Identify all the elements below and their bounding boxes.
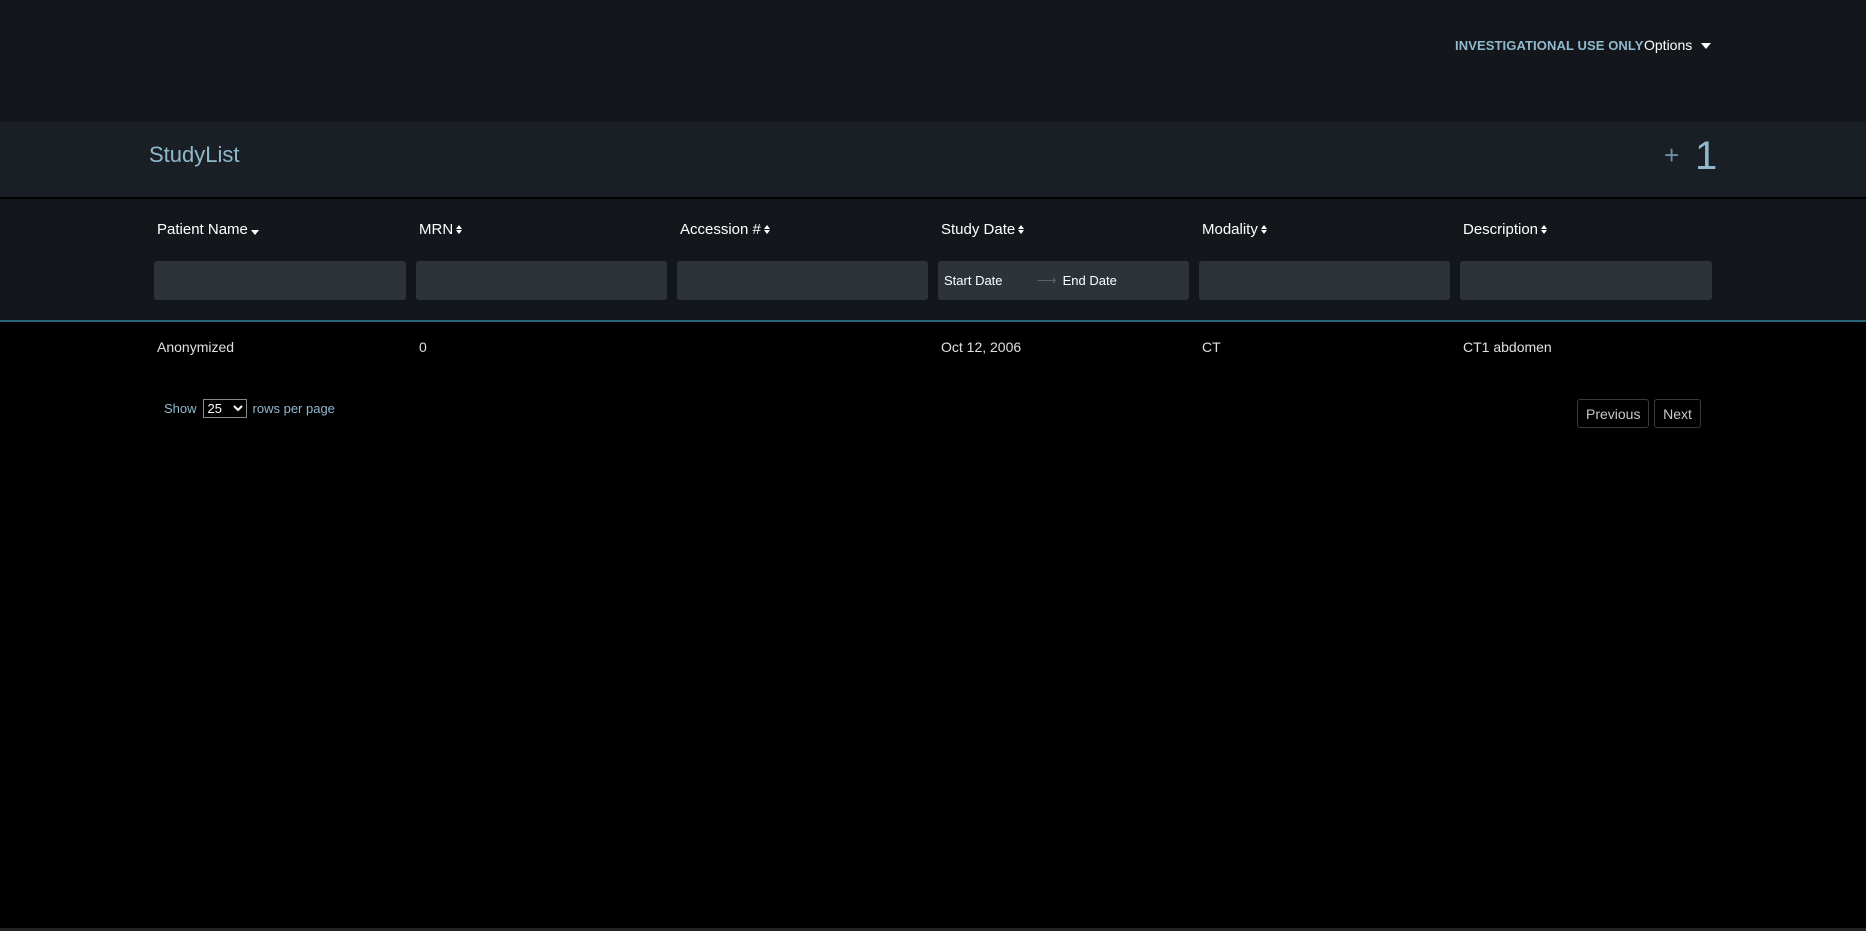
column-header-label: Study Date xyxy=(941,221,1016,238)
options-label: Options xyxy=(1644,37,1693,53)
column-header-label: Modality xyxy=(1202,221,1258,238)
cell-patient-name: Anonymized xyxy=(157,339,235,355)
page-title: StudyList xyxy=(149,142,240,167)
sort-icon xyxy=(456,225,463,234)
column-header-description[interactable]: Description xyxy=(1463,221,1548,238)
accession-filter-input[interactable] xyxy=(677,261,928,300)
end-date-input[interactable]: End Date xyxy=(1063,273,1117,288)
sort-icon xyxy=(763,225,770,234)
patient-name-filter-input[interactable] xyxy=(154,261,406,300)
investigational-use-label: INVESTIGATIONAL USE ONLY xyxy=(1455,38,1644,53)
top-header: INVESTIGATIONAL USE ONLY Options xyxy=(0,0,1866,122)
next-page-button[interactable]: Next xyxy=(1654,399,1701,428)
rows-per-page-label: rows per page xyxy=(252,401,335,416)
column-header-label: Patient Name xyxy=(157,221,248,238)
study-count: 1 xyxy=(1695,134,1718,178)
previous-page-button[interactable]: Previous xyxy=(1577,399,1649,428)
sort-icon xyxy=(1018,225,1025,234)
arrow-right-icon: ⟶ xyxy=(1036,272,1057,288)
mrn-filter-input[interactable] xyxy=(416,261,667,300)
sort-icon xyxy=(1541,225,1548,234)
cell-modality: CT xyxy=(1202,339,1221,355)
caret-down-icon xyxy=(1701,43,1712,49)
app-root: INVESTIGATIONAL USE ONLY Options StudyLi… xyxy=(0,0,1866,931)
rows-per-page-select[interactable]: 25 xyxy=(202,399,247,418)
cell-description: CT1 abdomen xyxy=(1463,339,1552,355)
study-date-range-picker: Start Date ⟶ End Date xyxy=(938,261,1189,300)
column-header-modality[interactable]: Modality xyxy=(1202,221,1267,238)
column-header-mrn[interactable]: MRN xyxy=(419,221,463,238)
column-header-patient-name[interactable]: Patient Name xyxy=(157,221,259,238)
column-header-label: MRN xyxy=(419,221,454,238)
column-header-study-date[interactable]: Study Date xyxy=(941,221,1025,238)
cell-study-date: Oct 12, 2006 xyxy=(941,339,1022,355)
column-header-accession[interactable]: Accession # xyxy=(680,221,770,238)
plus-icon[interactable]: + xyxy=(1664,140,1679,171)
column-header-label: Accession # xyxy=(680,221,761,238)
rows-per-page-control: Show 25 rows per page xyxy=(164,399,335,418)
start-date-input[interactable]: Start Date xyxy=(944,273,1003,288)
description-filter-input[interactable] xyxy=(1460,261,1712,300)
sort-icon xyxy=(1260,225,1267,234)
options-dropdown[interactable]: Options xyxy=(1644,37,1712,53)
sort-descending-icon xyxy=(250,230,259,235)
show-label: Show xyxy=(164,401,197,416)
studylist-bar: StudyList + 1 xyxy=(0,122,1866,199)
modality-filter-input[interactable] xyxy=(1199,261,1450,300)
cell-mrn: 0 xyxy=(419,339,427,355)
column-header-label: Description xyxy=(1463,221,1539,238)
table-row[interactable]: Anonymized 0 Oct 12, 2006 CT CT1 abdomen xyxy=(0,322,1866,374)
table-header: Patient Name MRN Accession # Study Date … xyxy=(0,199,1866,322)
